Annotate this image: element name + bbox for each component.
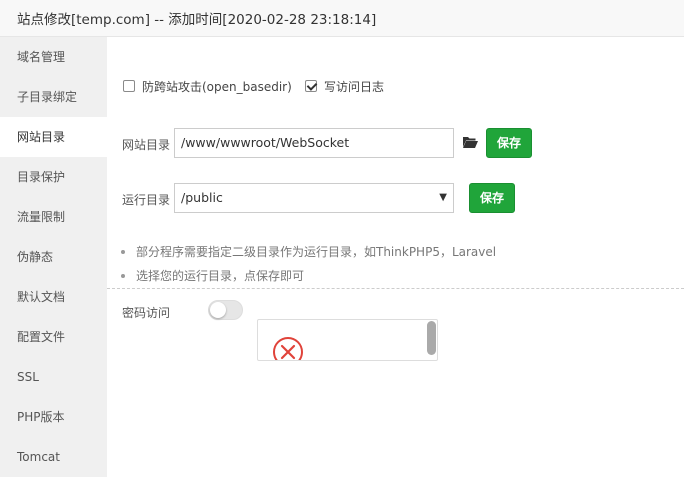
access-log-option[interactable]: 写访问日志	[305, 78, 384, 94]
sidebar-item-directory-protection[interactable]: 目录保护	[0, 157, 107, 197]
access-log-label: 写访问日志	[324, 79, 385, 94]
run-dir-select[interactable]: /public ▼	[174, 183, 454, 213]
tip-item: 部分程序需要指定二级目录作为运行目录，如ThinkPHP5，Laravel	[121, 240, 496, 264]
site-dir-label: 网站目录	[122, 138, 171, 152]
divider	[107, 288, 684, 289]
anti-cross-site-option[interactable]: 防跨站攻击(open_basedir)	[123, 78, 292, 94]
site-dir-input[interactable]: /www/wwwroot/WebSocket	[174, 128, 454, 158]
sidebar-item-tomcat[interactable]: Tomcat	[0, 437, 107, 477]
sidebar-item-subdirectory-binding[interactable]: 子目录绑定	[0, 77, 107, 117]
sidebar-item-config-file[interactable]: 配置文件	[0, 317, 107, 357]
folder-open-icon[interactable]	[462, 135, 479, 152]
popup-message	[257, 319, 438, 361]
password-access-toggle[interactable]	[208, 300, 243, 320]
sidebar-item-default-document[interactable]: 默认文档	[0, 277, 107, 317]
popup-scrollbar[interactable]	[427, 321, 436, 355]
sidebar-item-php-version[interactable]: PHP版本	[0, 397, 107, 437]
password-access-label: 密码访问	[122, 306, 171, 320]
sidebar-item-domain-management[interactable]: 域名管理	[0, 37, 107, 77]
sidebar-item-site-directory[interactable]: 网站目录	[0, 117, 107, 157]
window-title: 站点修改[temp.com] -- 添加时间[2020-02-28 23:18:…	[17, 12, 377, 28]
sidebar-item-traffic-limit[interactable]: 流量限制	[0, 197, 107, 237]
tips-list: 部分程序需要指定二级目录作为运行目录，如ThinkPHP5，Laravel 选择…	[121, 240, 496, 288]
anti-cross-site-label: 防跨站攻击(open_basedir)	[142, 79, 292, 94]
main-panel: 防跨站攻击(open_basedir) 写访问日志 网站目录 /www/wwwr…	[107, 37, 684, 477]
error-circle-icon	[272, 336, 304, 360]
access-log-checkbox[interactable]	[305, 80, 317, 92]
run-dir-save-button[interactable]: 保存	[469, 183, 515, 213]
site-dir-save-button[interactable]: 保存	[486, 128, 532, 158]
tip-item: 选择您的运行目录，点保存即可	[121, 264, 496, 288]
chevron-down-icon: ▼	[439, 192, 447, 203]
run-dir-selected-value: /public	[181, 190, 223, 205]
toggle-knob	[210, 302, 226, 318]
anti-cross-site-checkbox[interactable]	[123, 80, 135, 92]
run-dir-label: 运行目录	[122, 193, 171, 207]
sidebar: 域名管理 子目录绑定 网站目录 目录保护 流量限制 伪静态 默认文档 配置文件 …	[0, 37, 107, 477]
sidebar-item-ssl[interactable]: SSL	[0, 357, 107, 397]
sidebar-item-pseudo-static[interactable]: 伪静态	[0, 237, 107, 277]
window-titlebar: 站点修改[temp.com] -- 添加时间[2020-02-28 23:18:…	[0, 0, 684, 37]
